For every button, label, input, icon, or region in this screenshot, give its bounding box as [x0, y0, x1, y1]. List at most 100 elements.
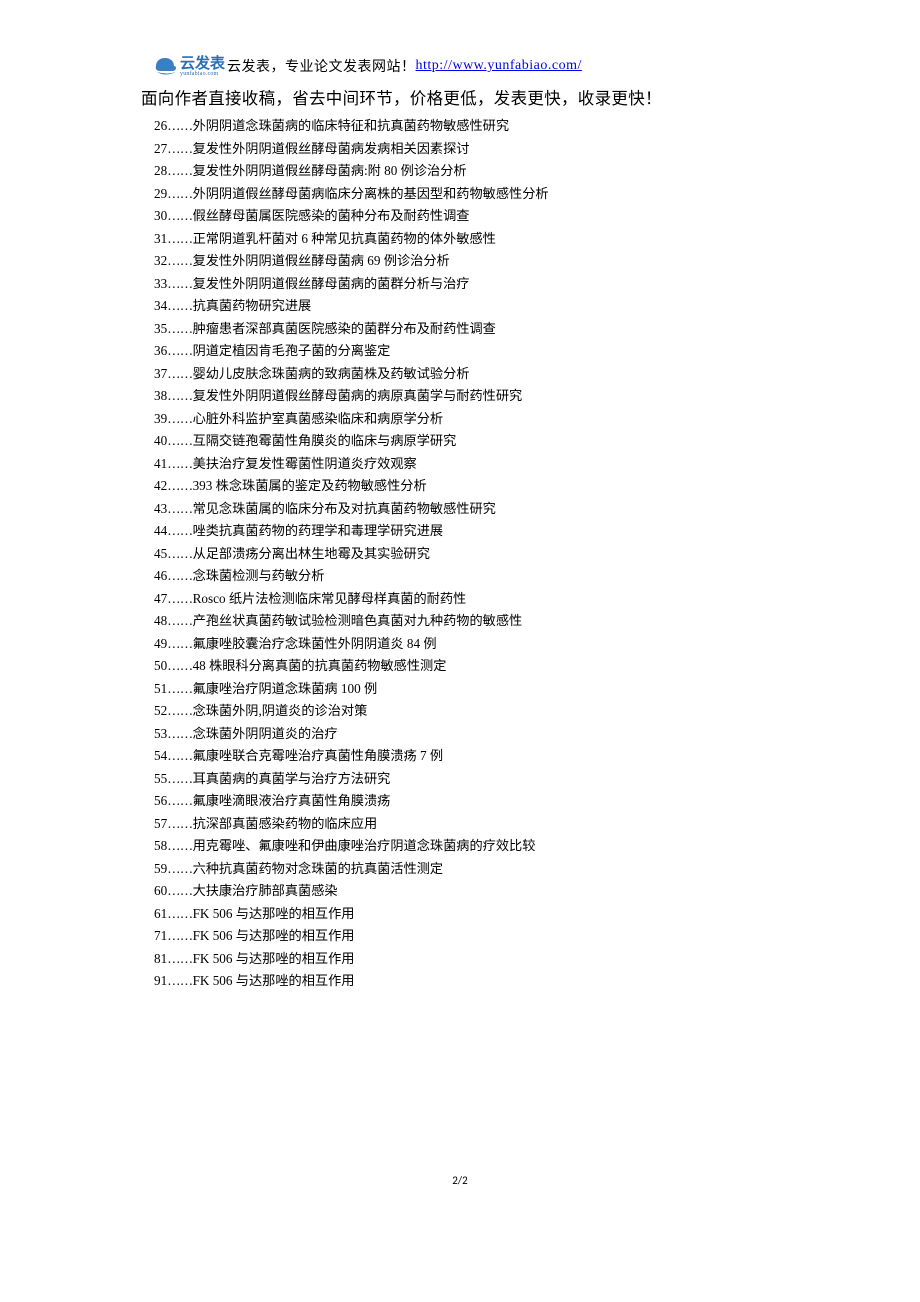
toc-title: 氟康唑胶囊治疗念珠菌性外阴阴道炎 84 例: [193, 636, 437, 651]
header-subhead: 面向作者直接收稿，省去中间环节，价格更低，发表更快，收录更快！: [141, 85, 770, 109]
toc-item: 32……复发性外阴阴道假丝酵母菌病 69 例诊治分析: [154, 250, 770, 273]
toc-leader-dots: ……: [167, 456, 192, 471]
toc-title: 耳真菌病的真菌学与治疗方法研究: [193, 771, 391, 786]
header-tagline: 云发表，专业论文发表网站！: [227, 56, 416, 76]
toc-item: 42……393 株念珠菌属的鉴定及药物敏感性分析: [154, 475, 770, 498]
toc-num: 30: [154, 208, 167, 223]
logo-cn-text: 云发表: [180, 56, 225, 71]
toc-leader-dots: ……: [167, 973, 192, 988]
toc-leader-dots: ……: [167, 343, 192, 358]
toc-item: 91……FK 506 与达那唑的相互作用: [154, 970, 770, 993]
toc-num: 37: [154, 366, 167, 381]
toc-leader-dots: ……: [167, 163, 192, 178]
toc-item: 36……阴道定植因肯毛孢子菌的分离鉴定: [154, 340, 770, 363]
toc-title: 假丝酵母菌属医院感染的菌种分布及耐药性调查: [193, 208, 470, 223]
toc-leader-dots: ……: [167, 658, 192, 673]
toc-item: 49……氟康唑胶囊治疗念珠菌性外阴阴道炎 84 例: [154, 633, 770, 656]
toc-title: FK 506 与达那唑的相互作用: [193, 906, 355, 921]
toc-num: 39: [154, 411, 167, 426]
toc-num: 58: [154, 838, 167, 853]
toc-leader-dots: ……: [167, 321, 192, 336]
toc-num: 43: [154, 501, 167, 516]
logo-pinyin-text: yunfabiao.com: [180, 71, 225, 77]
toc-leader-dots: ……: [167, 928, 192, 943]
toc-title: 唑类抗真菌药物的药理学和毒理学研究进展: [193, 523, 444, 538]
toc-num: 34: [154, 298, 167, 313]
toc-item: 43……常见念珠菌属的临床分布及对抗真菌药物敏感性研究: [154, 498, 770, 521]
toc-num: 48: [154, 613, 167, 628]
toc-item: 48……产孢丝状真菌药敏试验检测暗色真菌对九种药物的敏感性: [154, 610, 770, 633]
toc-title: 用克霉唑、氟康唑和伊曲康唑治疗阴道念珠菌病的疗效比较: [193, 838, 536, 853]
toc-title: 复发性外阴阴道假丝酵母菌病:附 80 例诊治分析: [193, 163, 467, 178]
toc-num: 81: [154, 951, 167, 966]
toc-num: 33: [154, 276, 167, 291]
toc-item: 50……48 株眼科分离真菌的抗真菌药物敏感性测定: [154, 655, 770, 678]
toc-title: 常见念珠菌属的临床分布及对抗真菌药物敏感性研究: [193, 501, 496, 516]
toc-title: 念珠菌外阴,阴道炎的诊治对策: [193, 703, 368, 718]
toc-title: 复发性外阴阴道假丝酵母菌病 69 例诊治分析: [193, 253, 450, 268]
toc-leader-dots: ……: [167, 253, 192, 268]
toc-num: 49: [154, 636, 167, 651]
toc-item: 40……互隔交链孢霉菌性角膜炎的临床与病原学研究: [154, 430, 770, 453]
toc-title: 氟康唑滴眼液治疗真菌性角膜溃疡: [193, 793, 391, 808]
page-number: 2/2: [0, 1174, 920, 1187]
toc-item: 33……复发性外阴阴道假丝酵母菌病的菌群分析与治疗: [154, 273, 770, 296]
toc-num: 55: [154, 771, 167, 786]
toc-num: 29: [154, 186, 167, 201]
toc-leader-dots: ……: [167, 951, 192, 966]
site-link[interactable]: http://www.yunfabiao.com/: [416, 58, 582, 74]
toc-title: 48 株眼科分离真菌的抗真菌药物敏感性测定: [193, 658, 447, 673]
toc-item: 60……大扶康治疗肺部真菌感染: [154, 880, 770, 903]
toc-num: 52: [154, 703, 167, 718]
toc-leader-dots: ……: [167, 208, 192, 223]
toc-num: 57: [154, 816, 167, 831]
toc-num: 26: [154, 118, 167, 133]
toc-num: 31: [154, 231, 167, 246]
toc-leader-dots: ……: [167, 883, 192, 898]
toc-leader-dots: ……: [167, 388, 192, 403]
toc-title: 婴幼儿皮肤念珠菌病的致病菌株及药敏试验分析: [193, 366, 470, 381]
toc-title: FK 506 与达那唑的相互作用: [193, 951, 355, 966]
toc-title: 美扶治疗复发性霉菌性阴道炎疗效观察: [193, 456, 417, 471]
site-logo: 云发表 yunfabiao.com: [154, 55, 225, 77]
toc-item: 53……念珠菌外阴阴道炎的治疗: [154, 723, 770, 746]
toc-leader-dots: ……: [167, 546, 192, 561]
toc-leader-dots: ……: [167, 816, 192, 831]
toc-title: 互隔交链孢霉菌性角膜炎的临床与病原学研究: [193, 433, 457, 448]
toc-title: 393 株念珠菌属的鉴定及药物敏感性分析: [193, 478, 427, 493]
toc-title: 大扶康治疗肺部真菌感染: [193, 883, 338, 898]
toc-title: 氟康唑治疗阴道念珠菌病 100 例: [193, 681, 378, 696]
toc-leader-dots: ……: [167, 906, 192, 921]
toc-item: 81……FK 506 与达那唑的相互作用: [154, 948, 770, 971]
logo-text: 云发表 yunfabiao.com: [180, 56, 225, 77]
toc-leader-dots: ……: [167, 298, 192, 313]
toc-title: 从足部溃疡分离出林生地霉及其实验研究: [193, 546, 430, 561]
toc-title: Rosco 纸片法检测临床常见酵母样真菌的耐药性: [193, 591, 467, 606]
toc-item: 35……肿瘤患者深部真菌医院感染的菌群分布及耐药性调查: [154, 318, 770, 341]
toc-num: 61: [154, 906, 167, 921]
toc-item: 37……婴幼儿皮肤念珠菌病的致病菌株及药敏试验分析: [154, 363, 770, 386]
toc-item: 61……FK 506 与达那唑的相互作用: [154, 903, 770, 926]
toc-title: 外阴阴道假丝酵母菌病临床分离株的基因型和药物敏感性分析: [193, 186, 549, 201]
toc-leader-dots: ……: [167, 118, 192, 133]
toc-item: 57……抗深部真菌感染药物的临床应用: [154, 813, 770, 836]
toc-num: 60: [154, 883, 167, 898]
toc-title: 复发性外阴阴道假丝酵母菌病发病相关因素探讨: [193, 141, 470, 156]
toc-num: 40: [154, 433, 167, 448]
toc-item: 34……抗真菌药物研究进展: [154, 295, 770, 318]
toc-item: 26……外阴阴道念珠菌病的临床特征和抗真菌药物敏感性研究: [154, 115, 770, 138]
toc-item: 54……氟康唑联合克霉唑治疗真菌性角膜溃疡 7 例: [154, 745, 770, 768]
toc-num: 36: [154, 343, 167, 358]
toc-num: 54: [154, 748, 167, 763]
toc-title: 抗深部真菌感染药物的临床应用: [193, 816, 378, 831]
toc-leader-dots: ……: [167, 591, 192, 606]
toc-num: 32: [154, 253, 167, 268]
toc-num: 27: [154, 141, 167, 156]
toc-list: 26……外阴阴道念珠菌病的临床特征和抗真菌药物敏感性研究27……复发性外阴阴道假…: [154, 115, 770, 993]
header-line: 云发表 yunfabiao.com 云发表，专业论文发表网站！ http://w…: [154, 55, 770, 77]
toc-num: 71: [154, 928, 167, 943]
toc-title: FK 506 与达那唑的相互作用: [193, 973, 355, 988]
toc-title: 抗真菌药物研究进展: [193, 298, 312, 313]
toc-title: 念珠菌外阴阴道炎的治疗: [193, 726, 338, 741]
toc-leader-dots: ……: [167, 838, 192, 853]
